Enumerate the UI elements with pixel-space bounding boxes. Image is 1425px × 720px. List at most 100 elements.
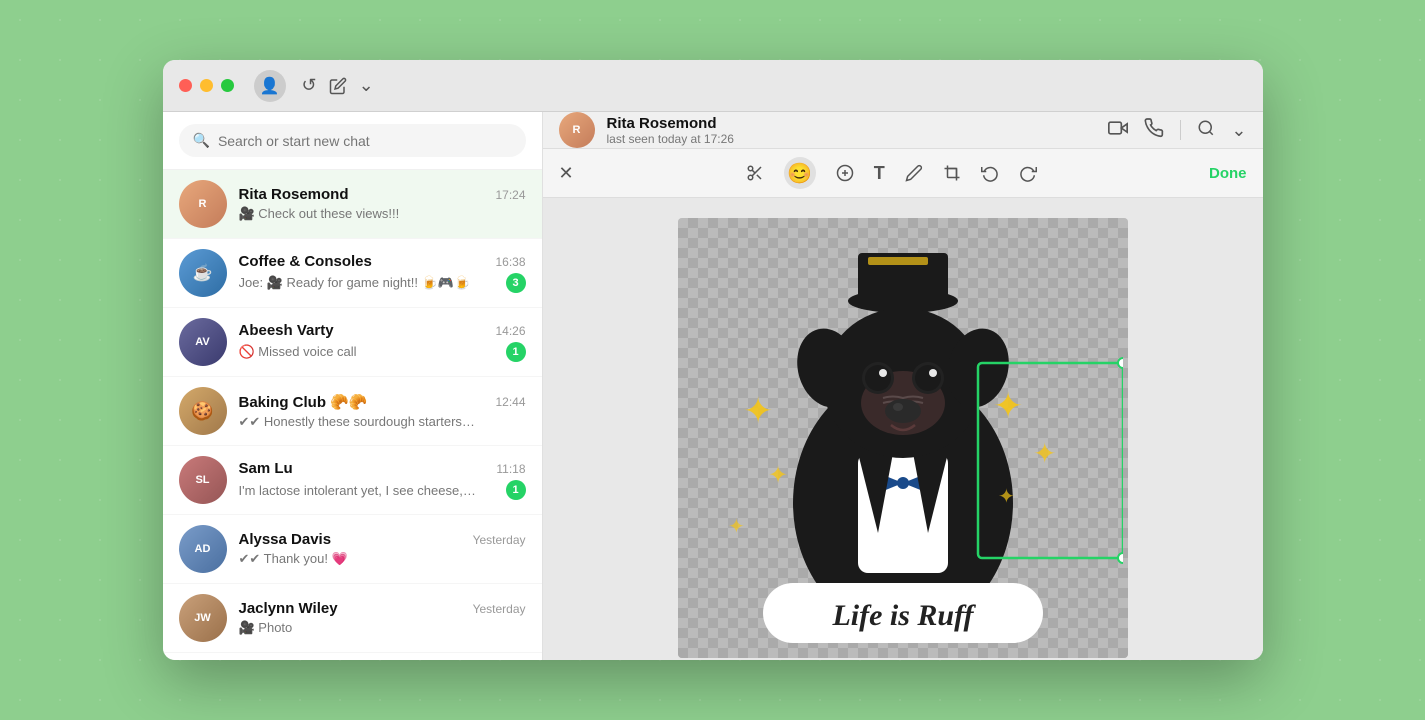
- divider: [1180, 120, 1181, 140]
- more-options-button[interactable]: ⌄: [1231, 120, 1246, 141]
- chat-name: Sam Lu: [239, 460, 293, 477]
- svg-text:✦: ✦: [993, 385, 1023, 426]
- text-tool[interactable]: T: [874, 163, 885, 184]
- sticker-editor: ✕ 😊: [543, 149, 1263, 660]
- chat-time: Yesterday: [473, 602, 526, 616]
- chat-time: 17:24: [495, 188, 525, 202]
- search-button[interactable]: [1197, 119, 1215, 142]
- chat-time: Yesterday: [473, 533, 526, 547]
- sticker-canvas: ✦ ✦ ✦ ✦ ✦ ✦: [678, 218, 1128, 658]
- list-item[interactable]: ☕ Coffee & Consoles 16:38 Joe: 🎥 Ready f…: [163, 239, 542, 308]
- title-bar-center: 👤 ↺ ⌄: [254, 70, 374, 102]
- emoji-tool[interactable]: 😊: [784, 157, 816, 189]
- avatar: R: [179, 180, 227, 228]
- sidebar: 🔍 R Rita Rosemond 17:24: [163, 112, 543, 660]
- refresh-button[interactable]: ↺: [302, 75, 317, 96]
- redo-button[interactable]: [1019, 164, 1037, 182]
- profile-icon[interactable]: 👤: [254, 70, 286, 102]
- unread-badge: 3: [506, 273, 526, 293]
- undo-button[interactable]: [981, 164, 999, 182]
- chat-name: Coffee & Consoles: [239, 253, 372, 270]
- chat-preview: Joe: 🎥 Ready for game night!! 🍺🎮🍺: [239, 275, 471, 291]
- avatar: 🍪: [179, 387, 227, 435]
- list-item[interactable]: M Mum Yesterday ✔✔ Night, love you too x…: [163, 653, 542, 660]
- avatar: ☕: [179, 249, 227, 297]
- chat-info: Abeesh Varty 14:26 🚫 Missed voice call 1: [239, 322, 526, 362]
- title-bar-actions: ↺ ⌄: [302, 75, 374, 96]
- chat-area: R Rita Rosemond last seen today at 17:26: [543, 112, 1263, 660]
- compose-button[interactable]: [329, 77, 347, 95]
- svg-text:✦: ✦: [743, 390, 773, 431]
- list-item[interactable]: AD Alyssa Davis Yesterday ✔✔ Thank you! …: [163, 515, 542, 584]
- svg-text:✦: ✦: [998, 486, 1015, 508]
- search-icon: 🔍: [193, 132, 210, 149]
- search-bar: 🔍: [163, 112, 542, 170]
- contact-name: Rita Rosemond: [607, 115, 1097, 132]
- chat-preview: 🚫 Missed voice call: [239, 344, 357, 360]
- chat-time: 12:44: [495, 395, 525, 409]
- search-input[interactable]: [218, 133, 512, 149]
- chat-preview: I'm lactose intolerant yet, I see cheese…: [239, 483, 479, 498]
- list-item[interactable]: SL Sam Lu 11:18 I'm lactose intolerant y…: [163, 446, 542, 515]
- chat-header-avatar: R: [559, 112, 595, 148]
- title-bar: 👤 ↺ ⌄: [163, 60, 1263, 112]
- chat-name: Jaclynn Wiley: [239, 600, 338, 617]
- traffic-lights: [179, 79, 234, 92]
- crop-tool[interactable]: [943, 164, 961, 182]
- avatar: AD: [179, 525, 227, 573]
- editor-toolbar: ✕ 😊: [543, 149, 1263, 198]
- list-item[interactable]: AV Abeesh Varty 14:26 🚫 Missed voice cal…: [163, 308, 542, 377]
- chat-name: Baking Club 🥐🥐: [239, 393, 368, 411]
- chat-header-actions: ⌄: [1108, 118, 1246, 143]
- app-window: 👤 ↺ ⌄ 🔍: [163, 60, 1263, 660]
- contact-status: last seen today at 17:26: [607, 132, 1097, 146]
- chat-info: Alyssa Davis Yesterday ✔✔ Thank you! 💗: [239, 531, 526, 567]
- svg-text:✦: ✦: [728, 516, 745, 538]
- chat-info: Baking Club 🥐🥐 12:44 ✔✔ Honestly these s…: [239, 393, 526, 430]
- chat-preview: ✔✔ Thank you! 💗: [239, 551, 348, 567]
- unread-badge: 1: [506, 342, 526, 362]
- chat-name: Rita Rosemond: [239, 186, 349, 203]
- pug-image: ✦ ✦ ✦ ✦ ✦ ✦: [678, 218, 1128, 658]
- editor-canvas-area: ✦ ✦ ✦ ✦ ✦ ✦: [543, 198, 1263, 660]
- maximize-button[interactable]: [221, 79, 234, 92]
- cut-tool[interactable]: [746, 164, 764, 182]
- dropdown-button[interactable]: ⌄: [359, 75, 374, 96]
- chat-info: Coffee & Consoles 16:38 Joe: 🎥 Ready for…: [239, 253, 526, 293]
- chat-name: Abeesh Varty: [239, 322, 334, 339]
- chat-header-info: Rita Rosemond last seen today at 17:26: [607, 115, 1097, 146]
- voice-call-button[interactable]: [1144, 118, 1164, 143]
- chat-time: 16:38: [495, 255, 525, 269]
- chat-list: R Rita Rosemond 17:24 🎥 Check out these …: [163, 170, 542, 660]
- chat-header: R Rita Rosemond last seen today at 17:26: [543, 112, 1263, 149]
- main-content: 🔍 R Rita Rosemond 17:24: [163, 112, 1263, 660]
- svg-text:✦: ✦: [1033, 438, 1056, 469]
- search-input-wrap: 🔍: [179, 124, 526, 157]
- chat-preview: 🎥 Photo: [239, 620, 293, 636]
- close-button[interactable]: [179, 79, 192, 92]
- chat-time: 11:18: [496, 462, 525, 476]
- list-item[interactable]: R Rita Rosemond 17:24 🎥 Check out these …: [163, 170, 542, 239]
- toolbar-tools: 😊 T: [746, 157, 1037, 189]
- chat-preview: ✔✔ Honestly these sourdough starters are…: [239, 414, 479, 430]
- done-button[interactable]: Done: [1209, 165, 1247, 182]
- svg-text:Life is Ruff: Life is Ruff: [831, 599, 976, 632]
- profile-avatar-icon: 👤: [260, 76, 280, 96]
- unread-badge: 1: [506, 480, 526, 500]
- link-tool[interactable]: [836, 164, 854, 182]
- avatar: AV: [179, 318, 227, 366]
- avatar: SL: [179, 456, 227, 504]
- chat-preview: 🎥 Check out these views!!!: [239, 206, 400, 222]
- chat-info: Sam Lu 11:18 I'm lactose intolerant yet,…: [239, 460, 526, 500]
- chat-info: Jaclynn Wiley Yesterday 🎥 Photo: [239, 600, 526, 636]
- minimize-button[interactable]: [200, 79, 213, 92]
- video-call-button[interactable]: [1108, 118, 1128, 143]
- chat-info: Rita Rosemond 17:24 🎥 Check out these vi…: [239, 186, 526, 222]
- list-item[interactable]: JW Jaclynn Wiley Yesterday 🎥 Photo: [163, 584, 542, 653]
- avatar: JW: [179, 594, 227, 642]
- chat-name: Alyssa Davis: [239, 531, 332, 548]
- list-item[interactable]: 🍪 Baking Club 🥐🥐 12:44 ✔✔ Honestly these…: [163, 377, 542, 446]
- pencil-tool[interactable]: [905, 164, 923, 182]
- close-editor-button[interactable]: ✕: [559, 163, 574, 184]
- svg-text:✦: ✦: [768, 462, 788, 489]
